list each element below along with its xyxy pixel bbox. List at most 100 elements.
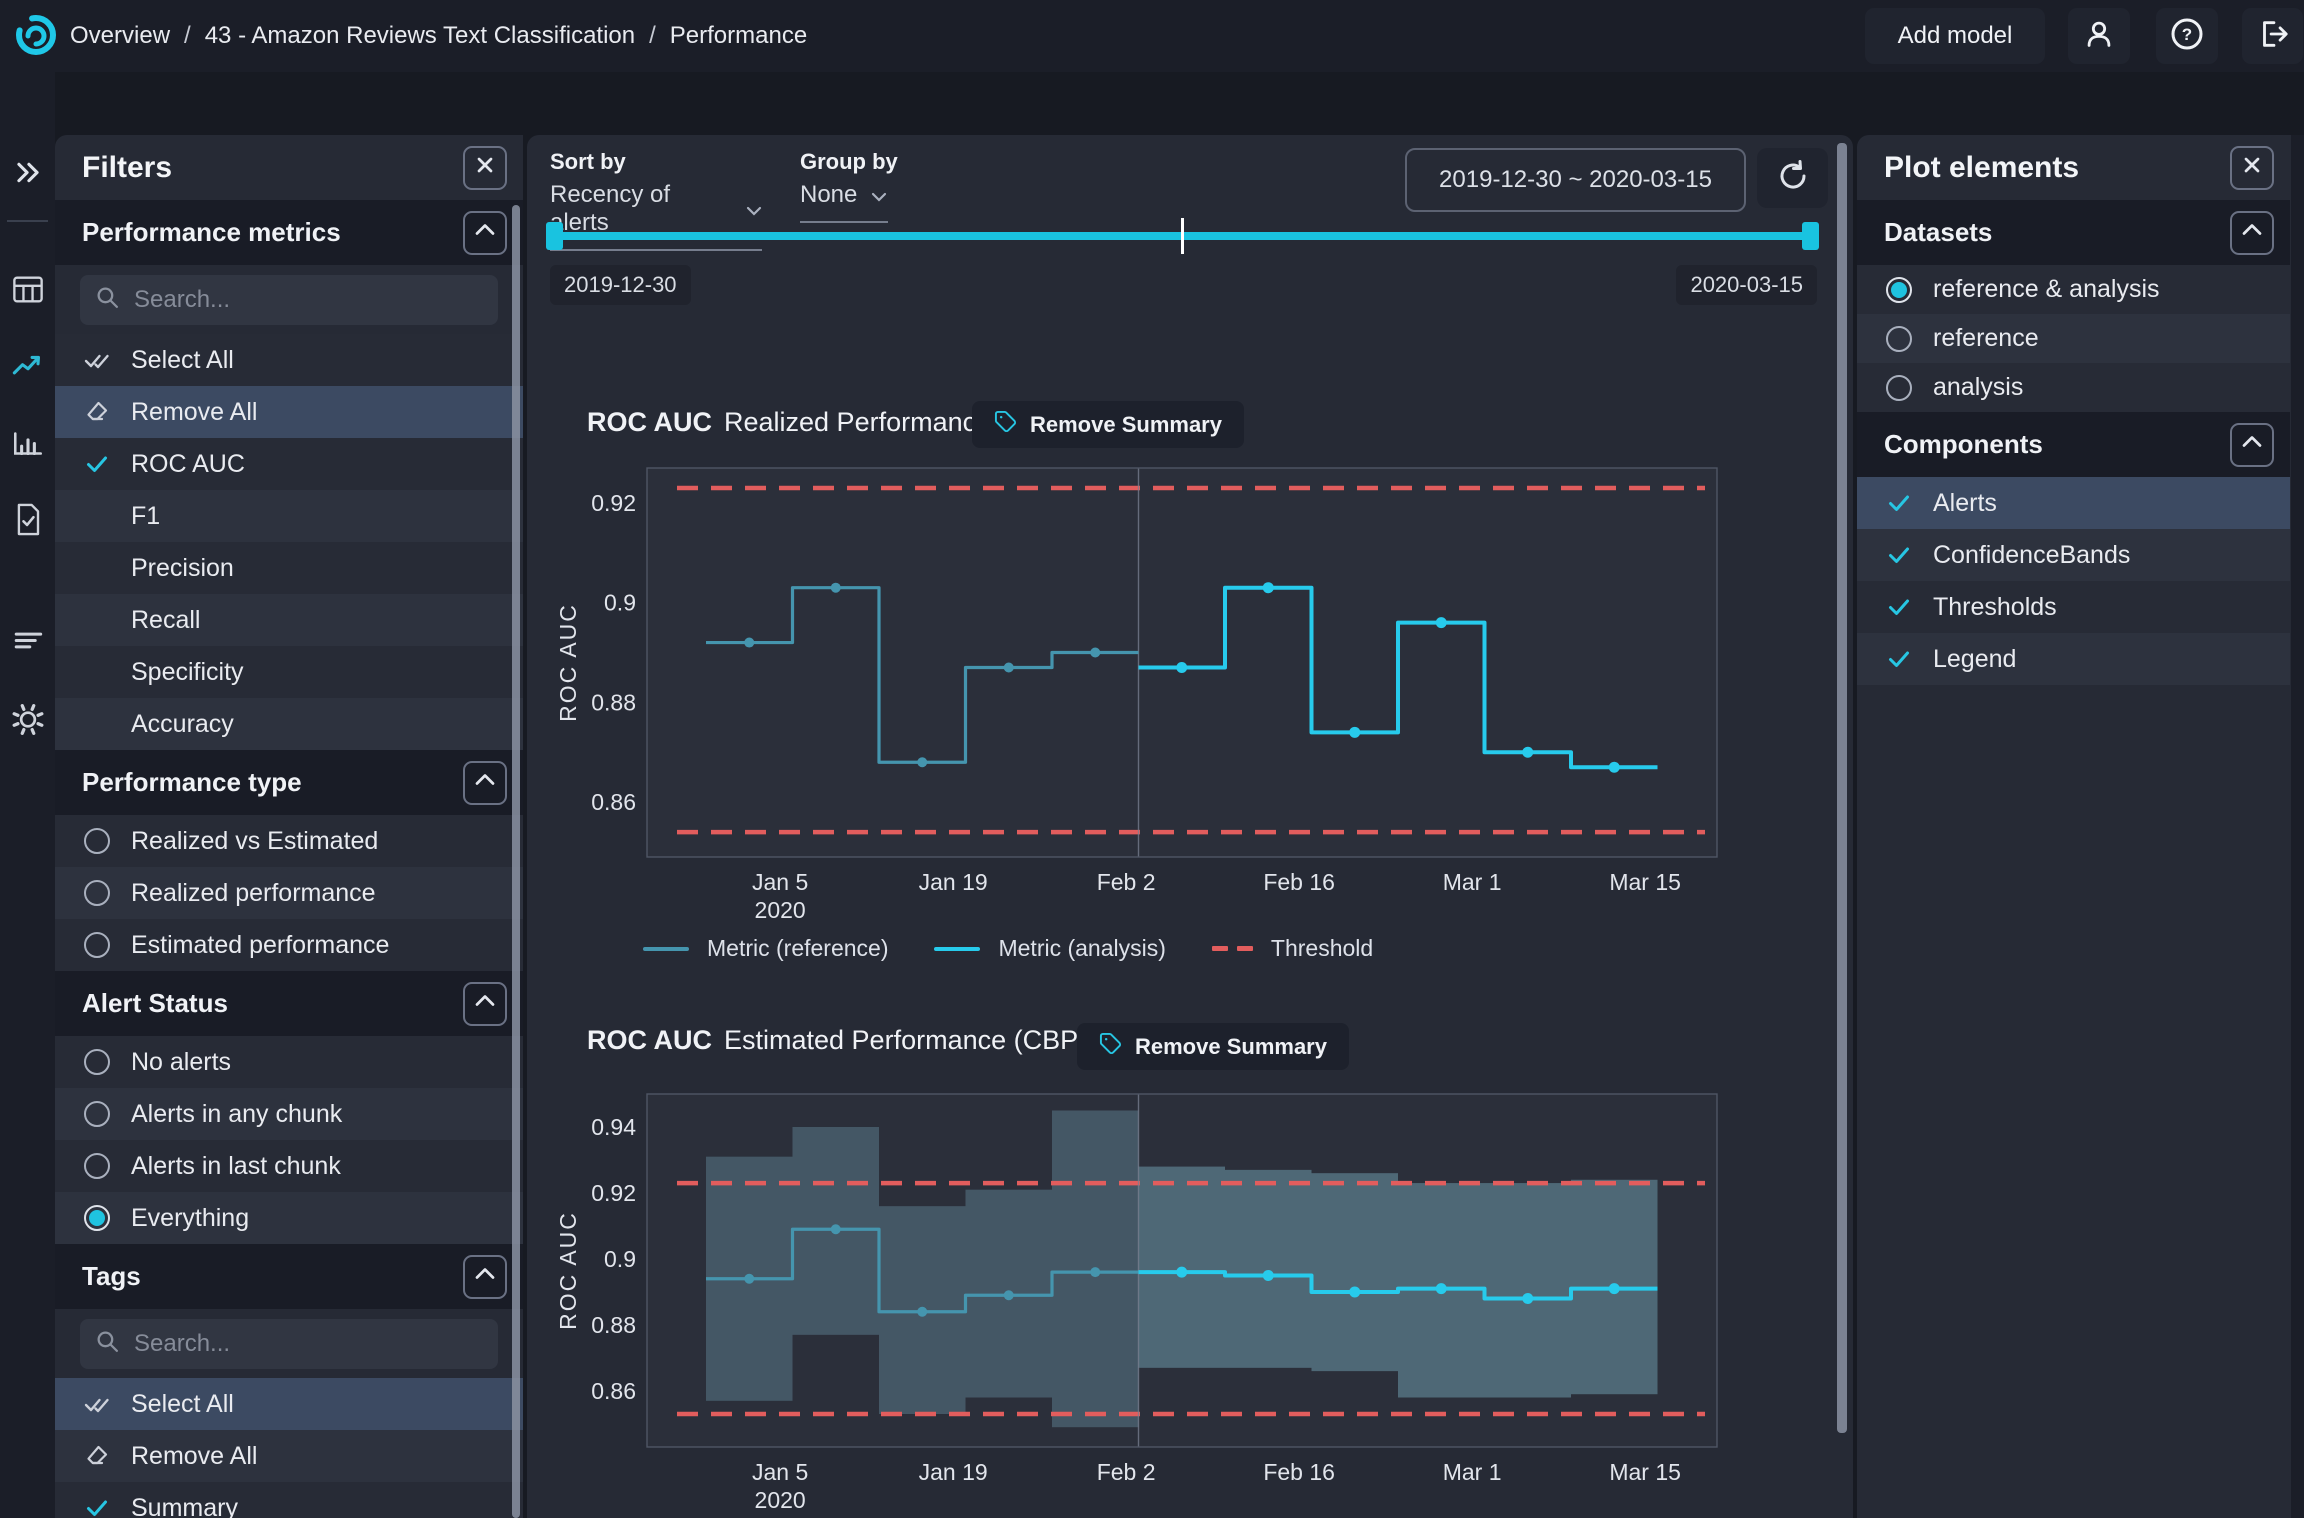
- radio-icon: [82, 878, 112, 908]
- user-account-button[interactable]: [2068, 8, 2130, 64]
- filter-row-f1[interactable]: F1: [55, 490, 523, 542]
- collapse-section-button[interactable]: [463, 211, 507, 255]
- main-content: Sort by Recency of alerts Group by None …: [527, 135, 1853, 1518]
- search-icon: [95, 1329, 120, 1359]
- logs-list-icon[interactable]: [8, 621, 48, 666]
- svg-text:ROC AUC: ROC AUC: [560, 1211, 581, 1330]
- sort-by-label: Sort by: [550, 149, 626, 175]
- radio-control: [1886, 375, 1912, 401]
- filter-row-recall[interactable]: Recall: [55, 594, 523, 646]
- data-table-icon[interactable]: [7, 270, 49, 315]
- breadcrumb-model[interactable]: 43 - Amazon Reviews Text Classification: [205, 22, 635, 50]
- filters-close-button[interactable]: [463, 146, 507, 190]
- filter-row-select-all[interactable]: Select All: [55, 334, 523, 386]
- left-icon-rail: [0, 72, 55, 1518]
- settings-gear-icon[interactable]: [8, 700, 48, 745]
- refresh-button[interactable]: [1757, 148, 1828, 208]
- row-label: ConfidenceBands: [1933, 541, 2130, 570]
- dataset-radio-reference-analysis[interactable]: reference & analysis: [1857, 265, 2290, 314]
- row-label: Alerts in any chunk: [131, 1100, 342, 1129]
- chevron-up-icon: [2232, 422, 2272, 467]
- remove-summary-button-estimated[interactable]: Remove Summary: [1077, 1023, 1349, 1070]
- filter-row-remove-all[interactable]: Remove All: [55, 1430, 523, 1482]
- filter-row-select-all[interactable]: Select All: [55, 1378, 523, 1430]
- dataset-radio-reference[interactable]: reference: [1857, 314, 2290, 363]
- component-row-legend[interactable]: Legend: [1857, 633, 2290, 685]
- radio-control: [84, 932, 110, 958]
- realized-performance-chart[interactable]: 0.920.90.880.86ROC AUCJan 52020Jan 19Feb…: [560, 455, 1760, 925]
- date-range-button[interactable]: 2019-12-30 ~ 2020-03-15: [1405, 148, 1746, 212]
- radio-icon: [82, 1099, 112, 1129]
- row-label: ROC AUC: [131, 450, 245, 479]
- estimated-performance-chart[interactable]: 0.940.920.90.880.86ROC AUCJan 52020Jan 1…: [560, 1080, 1760, 1518]
- chart-metric-name: ROC AUC: [587, 407, 712, 437]
- filter-radio-alerts-in-last-chunk[interactable]: Alerts in last chunk: [55, 1140, 523, 1192]
- check-icon: [1884, 592, 1914, 622]
- component-row-confidencebands[interactable]: ConfidenceBands: [1857, 529, 2290, 581]
- search-box[interactable]: [80, 275, 498, 325]
- radio-control: [1886, 277, 1912, 303]
- svg-text:2020: 2020: [755, 1487, 806, 1513]
- logout-button[interactable]: [2242, 8, 2303, 64]
- collapse-section-button[interactable]: [463, 982, 507, 1026]
- filter-row-specificity[interactable]: Specificity: [55, 646, 523, 698]
- svg-text:0.92: 0.92: [591, 1180, 636, 1206]
- remove-summary-label: Remove Summary: [1030, 412, 1222, 438]
- filter-radio-alerts-in-any-chunk[interactable]: Alerts in any chunk: [55, 1088, 523, 1140]
- collapse-section-button[interactable]: [463, 761, 507, 805]
- row-label: Precision: [131, 554, 234, 583]
- performance-trend-icon[interactable]: [7, 347, 49, 392]
- row-label: Remove All: [131, 1442, 257, 1471]
- collapse-section-button[interactable]: [2230, 211, 2274, 255]
- filter-radio-realized-performance[interactable]: Realized performance: [55, 867, 523, 919]
- nannyml-logo-icon: [13, 12, 59, 58]
- filter-row-roc-auc[interactable]: ROC AUC: [55, 438, 523, 490]
- slider-handle-start[interactable]: [546, 222, 563, 250]
- filter-radio-estimated-performance[interactable]: Estimated performance: [55, 919, 523, 971]
- svg-text:Jan 5: Jan 5: [752, 869, 808, 895]
- bar-stats-icon[interactable]: [7, 424, 49, 469]
- legend-line-swatch: [934, 947, 980, 951]
- filter-row-precision[interactable]: Precision: [55, 542, 523, 594]
- component-row-alerts[interactable]: Alerts: [1857, 477, 2290, 529]
- double-check-icon: [82, 1389, 112, 1419]
- chart-legend: Metric (reference)Metric (analysis)Thres…: [643, 935, 1373, 962]
- help-button[interactable]: ?: [2156, 8, 2218, 64]
- filter-radio-everything[interactable]: Everything: [55, 1192, 523, 1244]
- sort-by-select[interactable]: Recency of alerts: [550, 181, 762, 251]
- filters-scrollbar[interactable]: [512, 205, 520, 1518]
- expand-panel-icon[interactable]: [8, 153, 48, 198]
- filter-row-summary[interactable]: Summary: [55, 1482, 523, 1518]
- report-check-icon[interactable]: [8, 500, 48, 545]
- main-scrollbar[interactable]: [1837, 143, 1847, 1433]
- chart-subtitle: Estimated Performance (CBPE): [724, 1025, 1105, 1055]
- plot-elements-close-button[interactable]: [2230, 146, 2274, 190]
- add-model-button[interactable]: Add model: [1865, 8, 2045, 64]
- radio-icon: [1884, 324, 1914, 354]
- dataset-radio-analysis[interactable]: analysis: [1857, 363, 2290, 412]
- svg-text:Feb 2: Feb 2: [1097, 1459, 1156, 1485]
- eraser-icon: [82, 397, 112, 427]
- search-box[interactable]: [80, 1319, 498, 1369]
- component-row-thresholds[interactable]: Thresholds: [1857, 581, 2290, 633]
- search-input[interactable]: [132, 1329, 483, 1359]
- filter-row-accuracy[interactable]: Accuracy: [55, 698, 523, 750]
- breadcrumb-overview[interactable]: Overview: [70, 22, 170, 50]
- group-by-select[interactable]: None: [800, 181, 888, 223]
- row-label: reference & analysis: [1933, 275, 2160, 304]
- collapse-section-button[interactable]: [463, 1255, 507, 1299]
- row-label: Realized performance: [131, 879, 376, 908]
- check-icon: [82, 449, 112, 479]
- collapse-section-button[interactable]: [2230, 423, 2274, 467]
- filter-row-remove-all[interactable]: Remove All: [55, 386, 523, 438]
- filter-radio-realized-vs-estimated[interactable]: Realized vs Estimated: [55, 815, 523, 867]
- slider-current-marker[interactable]: [1181, 218, 1184, 254]
- filter-radio-no-alerts[interactable]: No alerts: [55, 1036, 523, 1088]
- row-label: Remove All: [131, 398, 257, 427]
- remove-summary-button-realized[interactable]: Remove Summary: [972, 401, 1244, 448]
- search-input[interactable]: [132, 285, 483, 315]
- filter-section-performance-type: Performance type: [55, 750, 523, 815]
- remove-summary-label: Remove Summary: [1135, 1034, 1327, 1060]
- slider-handle-end[interactable]: [1802, 222, 1819, 250]
- check-icon: [82, 709, 112, 739]
